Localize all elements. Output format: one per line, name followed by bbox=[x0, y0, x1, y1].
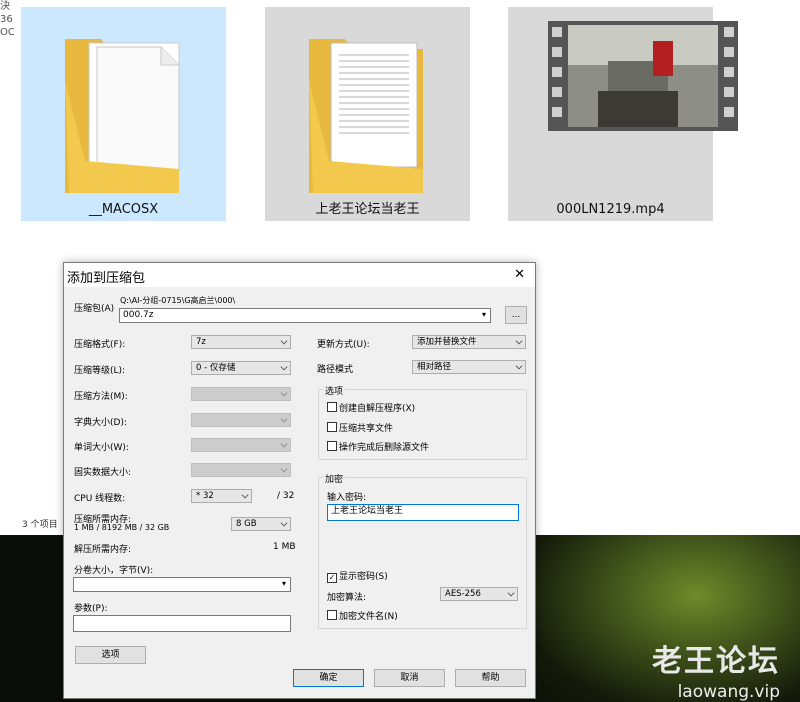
add-to-archive-dialog: 添加到压缩包 ✕ 压缩包(A) Q:\AI-分组-0715\G高启兰\000\ … bbox=[63, 262, 536, 699]
update-mode-select[interactable]: 添加并替换文件 bbox=[412, 335, 526, 349]
show-password-label: 显示密码(S) bbox=[339, 572, 388, 582]
mem-decompress-label: 解压所需内存: bbox=[74, 545, 132, 555]
checkbox-box bbox=[327, 422, 337, 432]
format-value: 7z bbox=[196, 337, 206, 347]
archive-name-value: 000.7z bbox=[123, 310, 154, 320]
params-input[interactable] bbox=[73, 615, 291, 632]
archive-name-combo[interactable]: 000.7z ▾ bbox=[119, 308, 491, 323]
dict-size-select bbox=[191, 413, 291, 427]
solid-size-select bbox=[191, 463, 291, 477]
dict-size-label: 字典大小(D): bbox=[74, 418, 127, 428]
chevron-down-icon bbox=[280, 389, 288, 397]
level-select[interactable]: 0 - 仅存储 bbox=[191, 361, 291, 375]
checkbox-box bbox=[327, 441, 337, 451]
shared-files-checkbox[interactable]: 压缩共享文件 bbox=[327, 421, 393, 434]
format-label: 压缩格式(F): bbox=[74, 340, 126, 350]
dialog-titlebar: 添加到压缩包 ✕ bbox=[64, 263, 535, 287]
file-item-video[interactable]: 000LN1219.mp4 bbox=[508, 7, 738, 221]
format-select[interactable]: 7z bbox=[191, 335, 291, 349]
sfx-checkbox[interactable]: 创建自解压程序(X) bbox=[327, 401, 415, 414]
file-name: 000LN1219.mp4 bbox=[556, 202, 665, 217]
chevron-down-icon bbox=[280, 363, 288, 371]
level-label: 压缩等级(L): bbox=[74, 366, 126, 376]
password-input[interactable]: 上老王论坛当老王 bbox=[327, 504, 519, 521]
watermark-url: laowang.vip bbox=[677, 682, 780, 702]
chevron-down-icon bbox=[515, 337, 523, 345]
path-mode-select[interactable]: 相对路径 bbox=[412, 360, 526, 374]
fragment-text: 36 bbox=[0, 14, 13, 25]
encryption-group-title: 加密 bbox=[323, 472, 346, 485]
path-mode-value: 相对路径 bbox=[417, 362, 452, 372]
update-mode-label: 更新方式(U): bbox=[317, 340, 370, 350]
delete-after-checkbox[interactable]: 操作完成后删除源文件 bbox=[327, 440, 429, 453]
dialog-title: 添加到压缩包 bbox=[67, 271, 146, 286]
watermark: 老王论坛 laowang.vip bbox=[652, 636, 780, 702]
file-name: __MACOSX bbox=[88, 202, 159, 217]
enc-method-value: AES-256 bbox=[445, 589, 481, 599]
video-thumbnail bbox=[548, 21, 738, 131]
enc-method-label: 加密算法: bbox=[327, 593, 367, 603]
password-value: 上老王论坛当老王 bbox=[331, 506, 404, 516]
password-label: 输入密码: bbox=[327, 493, 367, 503]
file-item-macosx[interactable]: __MACOSX bbox=[21, 7, 226, 221]
delete-after-label: 操作完成后删除源文件 bbox=[339, 443, 430, 453]
ok-button[interactable]: 确定 bbox=[293, 669, 364, 687]
chevron-down-icon bbox=[280, 440, 288, 448]
threads-select[interactable]: * 32 bbox=[191, 489, 252, 503]
archive-path: Q:\AI-分组-0715\G高启兰\000\ bbox=[120, 296, 236, 305]
level-value: 0 - 仅存储 bbox=[196, 363, 236, 373]
chevron-down-icon bbox=[280, 519, 288, 527]
shared-files-label: 压缩共享文件 bbox=[339, 424, 394, 434]
path-mode-label: 路径模式 bbox=[317, 365, 354, 375]
left-pane-fragment: 決 36 OC bbox=[0, 0, 14, 60]
encrypt-names-checkbox[interactable]: 加密文件名(N) bbox=[327, 609, 398, 622]
encrypt-names-label: 加密文件名(N) bbox=[339, 612, 398, 622]
solid-size-label: 固实数据大小: bbox=[74, 468, 132, 478]
show-password-checkbox[interactable]: ✓ 显示密码(S) bbox=[327, 569, 388, 583]
chevron-down-icon bbox=[280, 337, 288, 345]
enc-method-select[interactable]: AES-256 bbox=[440, 587, 518, 601]
params-label: 参数(P): bbox=[74, 604, 108, 614]
archive-label: 压缩包(A) bbox=[74, 304, 115, 314]
watermark-logo: 老王论坛 bbox=[652, 644, 780, 679]
browse-button[interactable]: ... bbox=[505, 306, 527, 324]
word-size-select bbox=[191, 438, 291, 452]
word-size-label: 单词大小(W): bbox=[74, 443, 129, 453]
chevron-down-icon bbox=[515, 362, 523, 370]
threads-value: * 32 bbox=[196, 491, 214, 501]
close-icon[interactable]: ✕ bbox=[514, 267, 525, 282]
threads-label: CPU 线程数: bbox=[74, 494, 126, 504]
sfx-label: 创建自解压程序(X) bbox=[339, 404, 416, 414]
folder-icon bbox=[309, 39, 423, 193]
chevron-down-icon bbox=[280, 465, 288, 473]
chevron-down-icon: ▾ bbox=[481, 310, 486, 319]
fragment-text: OC bbox=[0, 27, 14, 38]
method-select bbox=[191, 387, 291, 401]
chevron-down-icon bbox=[241, 491, 249, 499]
split-size-label: 分卷大小，字节(V): bbox=[74, 566, 154, 576]
split-size-combo[interactable]: ▾ bbox=[73, 577, 291, 592]
folder-icon bbox=[65, 39, 180, 193]
mem-compress-value: 8 GB bbox=[236, 519, 257, 529]
chevron-down-icon bbox=[507, 589, 515, 597]
checkbox-box bbox=[327, 402, 337, 412]
checkbox-box bbox=[327, 610, 337, 620]
file-item-folder[interactable]: 上老王论坛当老王 bbox=[265, 7, 470, 221]
file-name: 上老王论坛当老王 bbox=[315, 202, 420, 217]
chevron-down-icon: ▾ bbox=[281, 579, 286, 588]
chevron-down-icon bbox=[280, 415, 288, 423]
options-button[interactable]: 选项 bbox=[75, 646, 146, 664]
help-button[interactable]: 帮助 bbox=[455, 669, 526, 687]
options-group-title: 选项 bbox=[323, 384, 346, 397]
mem-decompress-value: 1 MB bbox=[273, 542, 296, 552]
threads-max: / 32 bbox=[277, 491, 295, 501]
cancel-button[interactable]: 取消 bbox=[374, 669, 445, 687]
method-label: 压缩方法(M): bbox=[74, 392, 128, 402]
update-mode-value: 添加并替换文件 bbox=[417, 337, 477, 347]
checkbox-checked-icon: ✓ bbox=[327, 573, 337, 583]
mem-compress-detail: 1 MB / 8192 MB / 32 GB bbox=[74, 523, 170, 532]
mem-compress-select[interactable]: 8 GB bbox=[231, 517, 291, 531]
status-bar-count: 3 个项目 bbox=[22, 520, 58, 530]
fragment-text: 決 bbox=[0, 1, 10, 12]
